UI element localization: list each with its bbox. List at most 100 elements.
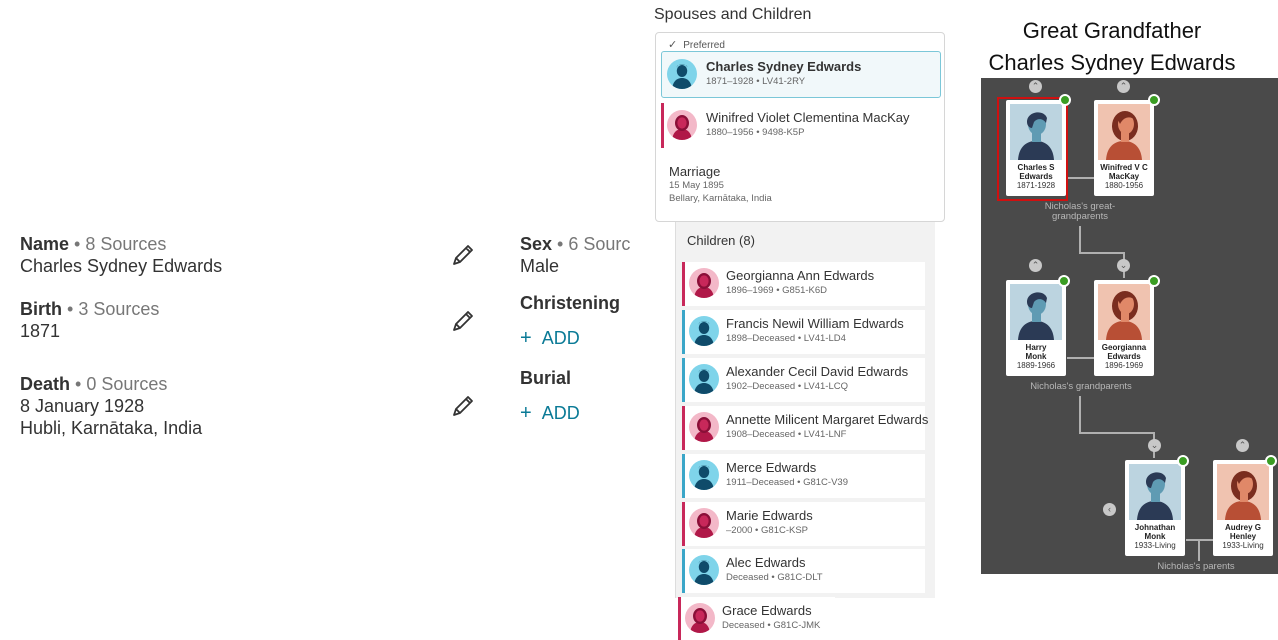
child-meta: 1898–Deceased • LV41-LD4 — [726, 333, 846, 344]
tree-person-card[interactable]: Georgianna Edwards 1896-1969 — [1094, 280, 1154, 376]
tree-person-card[interactable]: Johnathan Monk 1933-Living — [1125, 460, 1185, 556]
child-card[interactable]: Georgianna Ann Edwards 1896–1969 • G851-K… — [682, 262, 925, 306]
descent-line — [1198, 541, 1200, 561]
expand-up-chevron-icon[interactable]: ⌃ — [1029, 80, 1042, 93]
couple-connector — [1067, 357, 1094, 359]
wife-meta: 1880–1956 • 9498-K5P — [706, 127, 805, 138]
tree-person-card[interactable]: Charles S Edwards 1871-1928 — [1006, 100, 1066, 196]
add-christening-button[interactable]: + ADD — [520, 327, 580, 350]
birth-sources[interactable]: • 3 Sources — [67, 299, 159, 319]
child-meta: 1896–1969 • G851-K6D — [726, 285, 828, 296]
child-person[interactable]: Merce Edwards 1911–Deceased • G81C-V39 — [689, 460, 848, 490]
children-header: Children (8) — [675, 222, 935, 258]
edit-death-pencil-icon[interactable] — [450, 393, 476, 419]
male-stripe — [682, 454, 685, 498]
generation-caption: Nicholas's parents — [1157, 561, 1235, 572]
child-name: Francis Newil William Edwards — [726, 316, 904, 331]
tree-person-dates: 1933-Living — [1134, 541, 1176, 550]
male-stripe — [682, 310, 685, 354]
tree-person-name: Charles S Edwards — [1017, 163, 1055, 181]
child-meta: 1902–Deceased • LV41-LCQ — [726, 381, 848, 392]
expand-up-chevron-icon[interactable]: ⌃ — [1029, 259, 1042, 272]
female-avatar-icon — [685, 603, 715, 633]
edit-birth-pencil-icon[interactable] — [450, 308, 476, 334]
name-value: Charles Sydney Edwards — [20, 256, 223, 276]
husband-person[interactable]: Charles Sydney Edwards 1871–1928 • LV41-… — [667, 59, 861, 89]
tree-person-name: Georgianna Edwards — [1101, 343, 1147, 361]
death-sources[interactable]: • 0 Sources — [75, 374, 167, 394]
expand-down-chevron-icon[interactable]: ⌄ — [1117, 259, 1130, 272]
female-portrait-icon — [1217, 464, 1269, 520]
child-name: Annette Milicent Margaret Edwards — [726, 412, 929, 427]
child-card[interactable]: Grace Edwards Deceased • G81C-JMK — [678, 597, 835, 640]
add-burial-button[interactable]: + ADD — [520, 402, 580, 425]
child-card[interactable]: Alec Edwards Deceased • G81C-DLT — [682, 549, 925, 593]
child-person[interactable]: Georgianna Ann Edwards 1896–1969 • G851-K… — [689, 268, 874, 298]
record-hint-leaf-icon[interactable] — [1148, 94, 1160, 106]
preferred-label: Preferred — [683, 40, 725, 51]
name-sources[interactable]: • 8 Sources — [74, 234, 166, 254]
sex-label: Sex — [520, 234, 553, 254]
generation-caption: Nicholas's grandparents — [1030, 381, 1132, 392]
husband-name: Charles Sydney Edwards — [706, 59, 862, 74]
death-field: Death • 0 Sources 8 January 1928 Hubli, … — [20, 373, 202, 439]
plus-icon: + — [520, 327, 532, 349]
male-portrait-icon — [1010, 284, 1062, 340]
preferred-indicator[interactable]: ✓ Preferred — [668, 38, 725, 51]
male-avatar-icon — [667, 59, 697, 89]
expand-down-chevron-icon[interactable]: ⌄ — [1148, 439, 1161, 452]
record-hint-leaf-icon[interactable] — [1177, 455, 1189, 467]
child-card[interactable]: Merce Edwards 1911–Deceased • G81C-V39 — [682, 454, 925, 498]
burial-label: Burial — [520, 368, 571, 389]
couple-connector — [1068, 177, 1094, 179]
male-avatar-icon — [689, 316, 719, 346]
record-hint-leaf-icon[interactable] — [1265, 455, 1277, 467]
male-avatar-icon — [689, 364, 719, 394]
child-meta: Deceased • G81C-DLT — [726, 572, 823, 583]
tree-person-dates: 1933-Living — [1222, 541, 1264, 550]
child-meta: 1911–Deceased • G81C-V39 — [726, 477, 848, 488]
child-person[interactable]: Marie Edwards –2000 • G81C-KSP — [689, 508, 813, 538]
add-burial-label: ADD — [541, 403, 580, 423]
female-avatar-icon — [689, 268, 719, 298]
tree-person-name: Winifred V C MacKay — [1100, 163, 1148, 181]
female-avatar-icon — [667, 110, 697, 140]
child-person[interactable]: Francis Newil William Edwards 1898–Deceas… — [689, 316, 904, 346]
child-person[interactable]: Alexander Cecil David Edwards 1902–Deceas… — [689, 364, 908, 394]
tree-person-card[interactable]: Winifred V C MacKay 1880-1956 — [1094, 100, 1154, 196]
tree-person-card[interactable]: Audrey G Henley 1933-Living — [1213, 460, 1273, 556]
tree-person-card[interactable]: Harry Monk 1889-1966 — [1006, 280, 1066, 376]
marriage-event[interactable]: Marriage 15 May 1895 Bellary, Karnātaka,… — [669, 164, 772, 205]
child-card[interactable]: Annette Milicent Margaret Edwards 1908–De… — [682, 406, 928, 450]
tree-person-dates: 1880-1956 — [1104, 181, 1144, 190]
female-avatar-icon — [689, 412, 719, 442]
record-hint-leaf-icon[interactable] — [1059, 94, 1071, 106]
descent-line — [1079, 396, 1081, 434]
child-card[interactable]: Alexander Cecil David Edwards 1902–Deceas… — [682, 358, 925, 402]
child-person[interactable]: Grace Edwards Deceased • G81C-JMK — [685, 603, 820, 633]
child-card[interactable]: Francis Newil William Edwards 1898–Deceas… — [682, 310, 925, 354]
expand-up-chevron-icon[interactable]: ⌃ — [1117, 80, 1130, 93]
edit-name-pencil-icon[interactable] — [450, 242, 476, 268]
female-avatar-icon — [689, 508, 719, 538]
female-stripe — [678, 597, 681, 640]
tree-title-line2: Charles Sydney Edwards — [988, 50, 1236, 75]
birth-field: Birth • 3 Sources 1871 — [20, 298, 159, 342]
record-hint-leaf-icon[interactable] — [1148, 275, 1160, 287]
female-stripe — [661, 103, 664, 148]
wife-person[interactable]: Winifred Violet Clementina MacKay 1880–1… — [667, 110, 910, 140]
child-person[interactable]: Annette Milicent Margaret Edwards 1908–De… — [689, 412, 928, 442]
child-card[interactable]: Marie Edwards –2000 • G81C-KSP — [682, 502, 925, 546]
expand-left-chevron-icon[interactable]: ‹ — [1103, 503, 1116, 516]
christening-label-text: Christening — [520, 293, 621, 313]
tree-person-dates: 1896-1969 — [1104, 361, 1144, 370]
male-portrait-icon — [1010, 104, 1062, 160]
female-stripe — [682, 502, 685, 546]
child-person[interactable]: Alec Edwards Deceased • G81C-DLT — [689, 555, 823, 585]
child-name: Merce Edwards — [726, 460, 817, 475]
record-hint-leaf-icon[interactable] — [1058, 275, 1070, 287]
child-meta: Deceased • G81C-JMK — [722, 620, 821, 631]
death-label: Death — [20, 374, 71, 394]
expand-up-chevron-icon[interactable]: ⌃ — [1236, 439, 1249, 452]
sex-sources[interactable]: • 6 Sourc — [557, 234, 630, 254]
